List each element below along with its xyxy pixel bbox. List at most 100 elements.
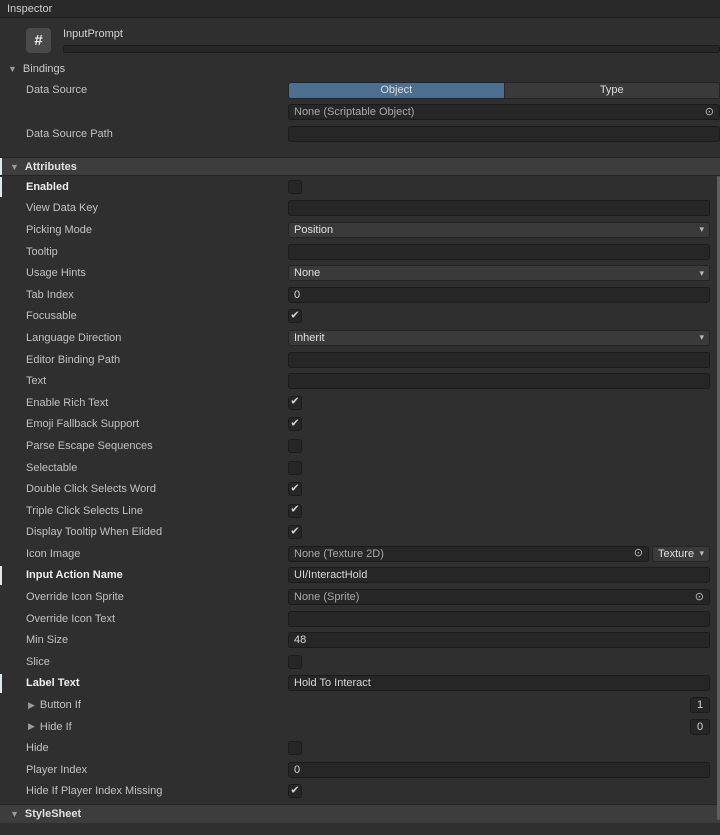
slice-checkbox[interactable] [288, 655, 302, 669]
label-text-field[interactable]: Hold To Interact [288, 675, 710, 691]
row-hide-if-player-index-missing: Hide If Player Index Missing ✔ [0, 781, 720, 803]
player-index-control: 0 [288, 762, 710, 778]
triple-click-selects-line-label: Triple Click Selects Line [26, 505, 288, 517]
icon-image-object-field[interactable]: None (Texture 2D) ⊙ [288, 546, 649, 562]
selectable-checkbox[interactable] [288, 461, 302, 475]
data-source-path-field[interactable] [288, 126, 720, 142]
row-tooltip: Tooltip [0, 241, 720, 263]
override-icon-sprite-label: Override Icon Sprite [26, 591, 288, 603]
hide-if-player-index-missing-checkbox[interactable]: ✔ [288, 784, 302, 798]
focusable-checkbox[interactable]: ✔ [288, 309, 302, 323]
language-direction-label: Language Direction [26, 332, 288, 344]
text-label: Text [26, 375, 288, 387]
text-field[interactable] [288, 373, 710, 389]
hide-if-player-index-missing-control: ✔ [288, 784, 710, 798]
data-source-object-control: None (Scriptable Object) ⊙ [288, 104, 720, 120]
parse-escape-sequences-checkbox[interactable] [288, 439, 302, 453]
input-action-name-field[interactable]: UI/InteractHold [288, 567, 710, 583]
triple-click-selects-line-checkbox[interactable]: ✔ [288, 504, 302, 518]
object-field-value: None (Sprite) [294, 591, 359, 603]
selectable-control [288, 461, 710, 475]
language-direction-dropdown[interactable]: Inherit ▾ [288, 330, 710, 346]
emoji-fallback-support-control: ✔ [288, 417, 710, 431]
player-index-field[interactable]: 0 [288, 762, 710, 778]
foldout-open-icon: ▼ [8, 64, 17, 74]
usage-hints-dropdown[interactable]: None ▾ [288, 265, 710, 281]
stylesheet-section-label: StyleSheet [25, 808, 81, 820]
picking-mode-dropdown[interactable]: Position ▾ [288, 222, 710, 238]
double-click-selects-word-checkbox[interactable]: ✔ [288, 482, 302, 496]
icon-image-label: Icon Image [26, 548, 288, 560]
chevron-down-icon: ▾ [699, 333, 704, 342]
element-name-field[interactable] [63, 45, 720, 53]
min-size-label: Min Size [26, 634, 288, 646]
bindings-section-label: Bindings [23, 63, 65, 75]
hide-control [288, 741, 710, 755]
input-action-name-control: UI/InteractHold [288, 567, 710, 583]
view-data-key-field[interactable] [288, 200, 710, 216]
hide-if-size-field[interactable]: 0 [690, 719, 710, 735]
chevron-right-icon: ▶ [28, 700, 35, 711]
usage-hints-control: None ▾ [288, 265, 710, 281]
object-picker-icon[interactable]: ⊙ [695, 592, 704, 603]
override-icon-text-control [288, 611, 710, 627]
element-icon: # [26, 28, 51, 53]
hide-if-control: 0 [288, 719, 710, 735]
row-slice: Slice [0, 651, 720, 673]
row-tab-index: Tab Index 0 [0, 284, 720, 306]
editor-binding-path-field[interactable] [288, 352, 710, 368]
foldout-open-icon: ▼ [10, 809, 19, 819]
dropdown-value: Texture [658, 548, 694, 560]
foldout-open-icon: ▼ [10, 162, 19, 172]
override-icon-sprite-object-field[interactable]: None (Sprite) ⊙ [288, 589, 710, 605]
attributes-section-header[interactable]: ▼ Attributes [0, 157, 720, 176]
texture-type-dropdown[interactable]: Texture ▾ [652, 546, 710, 562]
label-text-label: Label Text [26, 677, 288, 689]
tab-index-field[interactable]: 0 [288, 287, 710, 303]
button-if-control: 1 [288, 697, 710, 713]
picking-mode-control: Position ▾ [288, 222, 710, 238]
inspector-tab[interactable]: Inspector [0, 0, 720, 18]
button-if-size-field[interactable]: 1 [690, 697, 710, 713]
component-header: # InputPrompt [0, 18, 720, 59]
bindings-foldout[interactable]: ▼ Bindings [0, 59, 720, 79]
button-if-foldout[interactable]: ▶ Button If [26, 699, 288, 711]
override-icon-text-field[interactable] [288, 611, 710, 627]
text-control [288, 373, 710, 389]
triple-click-selects-line-control: ✔ [288, 504, 710, 518]
row-double-click-selects-word: Double Click Selects Word ✔ [0, 478, 720, 500]
button-if-label: Button If [40, 699, 81, 711]
object-picker-icon[interactable]: ⊙ [705, 107, 714, 118]
stylesheet-section-header[interactable]: ▼ StyleSheet [0, 804, 720, 823]
hide-label: Hide [26, 742, 288, 754]
emoji-fallback-support-checkbox[interactable]: ✔ [288, 417, 302, 431]
element-name: InputPrompt [63, 28, 720, 40]
row-picking-mode: Picking Mode Position ▾ [0, 219, 720, 241]
chevron-down-icon: ▾ [699, 549, 704, 558]
row-focusable: Focusable ✔ [0, 306, 720, 328]
object-picker-icon[interactable]: ⊙ [634, 548, 643, 559]
tooltip-label: Tooltip [26, 246, 288, 258]
hide-checkbox[interactable] [288, 741, 302, 755]
parse-escape-sequences-control [288, 439, 710, 453]
display-tooltip-when-elided-checkbox[interactable]: ✔ [288, 525, 302, 539]
tab-type[interactable]: Type [504, 83, 720, 98]
tab-object[interactable]: Object [289, 83, 504, 98]
slice-control [288, 655, 710, 669]
enable-rich-text-checkbox[interactable]: ✔ [288, 396, 302, 410]
tooltip-field[interactable] [288, 244, 710, 260]
icon-image-control: None (Texture 2D) ⊙ Texture ▾ [288, 546, 710, 562]
window-title: Inspector [7, 3, 52, 15]
component-header-right: InputPrompt [63, 28, 720, 53]
check-icon: ✔ [290, 397, 299, 408]
enabled-checkbox[interactable] [288, 180, 302, 194]
data-source-path-label: Data Source Path [26, 128, 288, 140]
min-size-field[interactable]: 48 [288, 632, 710, 648]
hide-if-foldout[interactable]: ▶ Hide If [26, 721, 288, 733]
slice-label: Slice [26, 656, 288, 668]
data-source-object-field[interactable]: None (Scriptable Object) ⊙ [288, 104, 720, 120]
input-action-name-label: Input Action Name [26, 569, 288, 581]
selectable-label: Selectable [26, 462, 288, 474]
attributes-section-label: Attributes [25, 161, 77, 173]
data-source-label: Data Source [26, 84, 288, 96]
